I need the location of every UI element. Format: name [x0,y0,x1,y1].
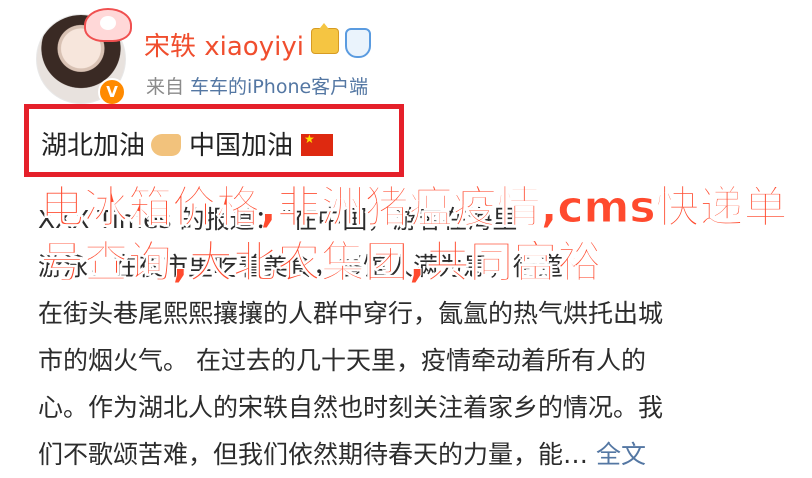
post-source: 来自 车车的iPhone客户端 [146,72,368,99]
body-line: 们不歌颂苦难，但我们依然期待春天的力量，能… [38,440,589,469]
body-line: 心。作为湖北人的宋轶自然也时刻关注着家乡的情况。我 [38,393,664,422]
body-line: 市的烟火气。 在过去的几十天里，疫情牵动着所有人的 [38,346,646,375]
china-flag-icon [301,132,334,156]
crown-icon[interactable] [311,23,339,54]
verified-badge-icon: V [98,78,126,106]
highlight-part2: 中国加油 [189,131,294,161]
highlight-box: 湖北加油 中国加油 [24,104,404,177]
watermark-overlay: 电冰箱价格,非洲猪瘟疫情,cms快递单号查询,大北农集团,共同富裕 [40,182,789,289]
muscle-icon [151,133,182,156]
highlight-text: 湖北加油 中国加油 [41,125,334,162]
more-link[interactable]: 全文 [596,440,646,469]
body-line-last: 们不歌颂苦难，但我们依然期待春天的力量，能… 全文 [38,431,778,478]
weibo-post-card: V 宋轶 xiaoyiyi 来自 车车的iPhone客户端 湖北加油中国加油 X… [0,0,812,469]
source-device-link[interactable]: 车车的iPhone客户端 [190,76,368,98]
highlight-part1: 湖北加油 [41,131,146,161]
avatar-container[interactable]: V [36,8,132,106]
body-line: 在街头巷尾熙熙攘攘的人群中穿行，氤氲的热气烘托出城 [38,299,664,328]
hat-icon [84,8,132,42]
source-prefix: 来自 [146,76,191,98]
shield-icon[interactable] [345,28,371,58]
username[interactable]: 宋轶 xiaoyiyi [144,26,304,63]
